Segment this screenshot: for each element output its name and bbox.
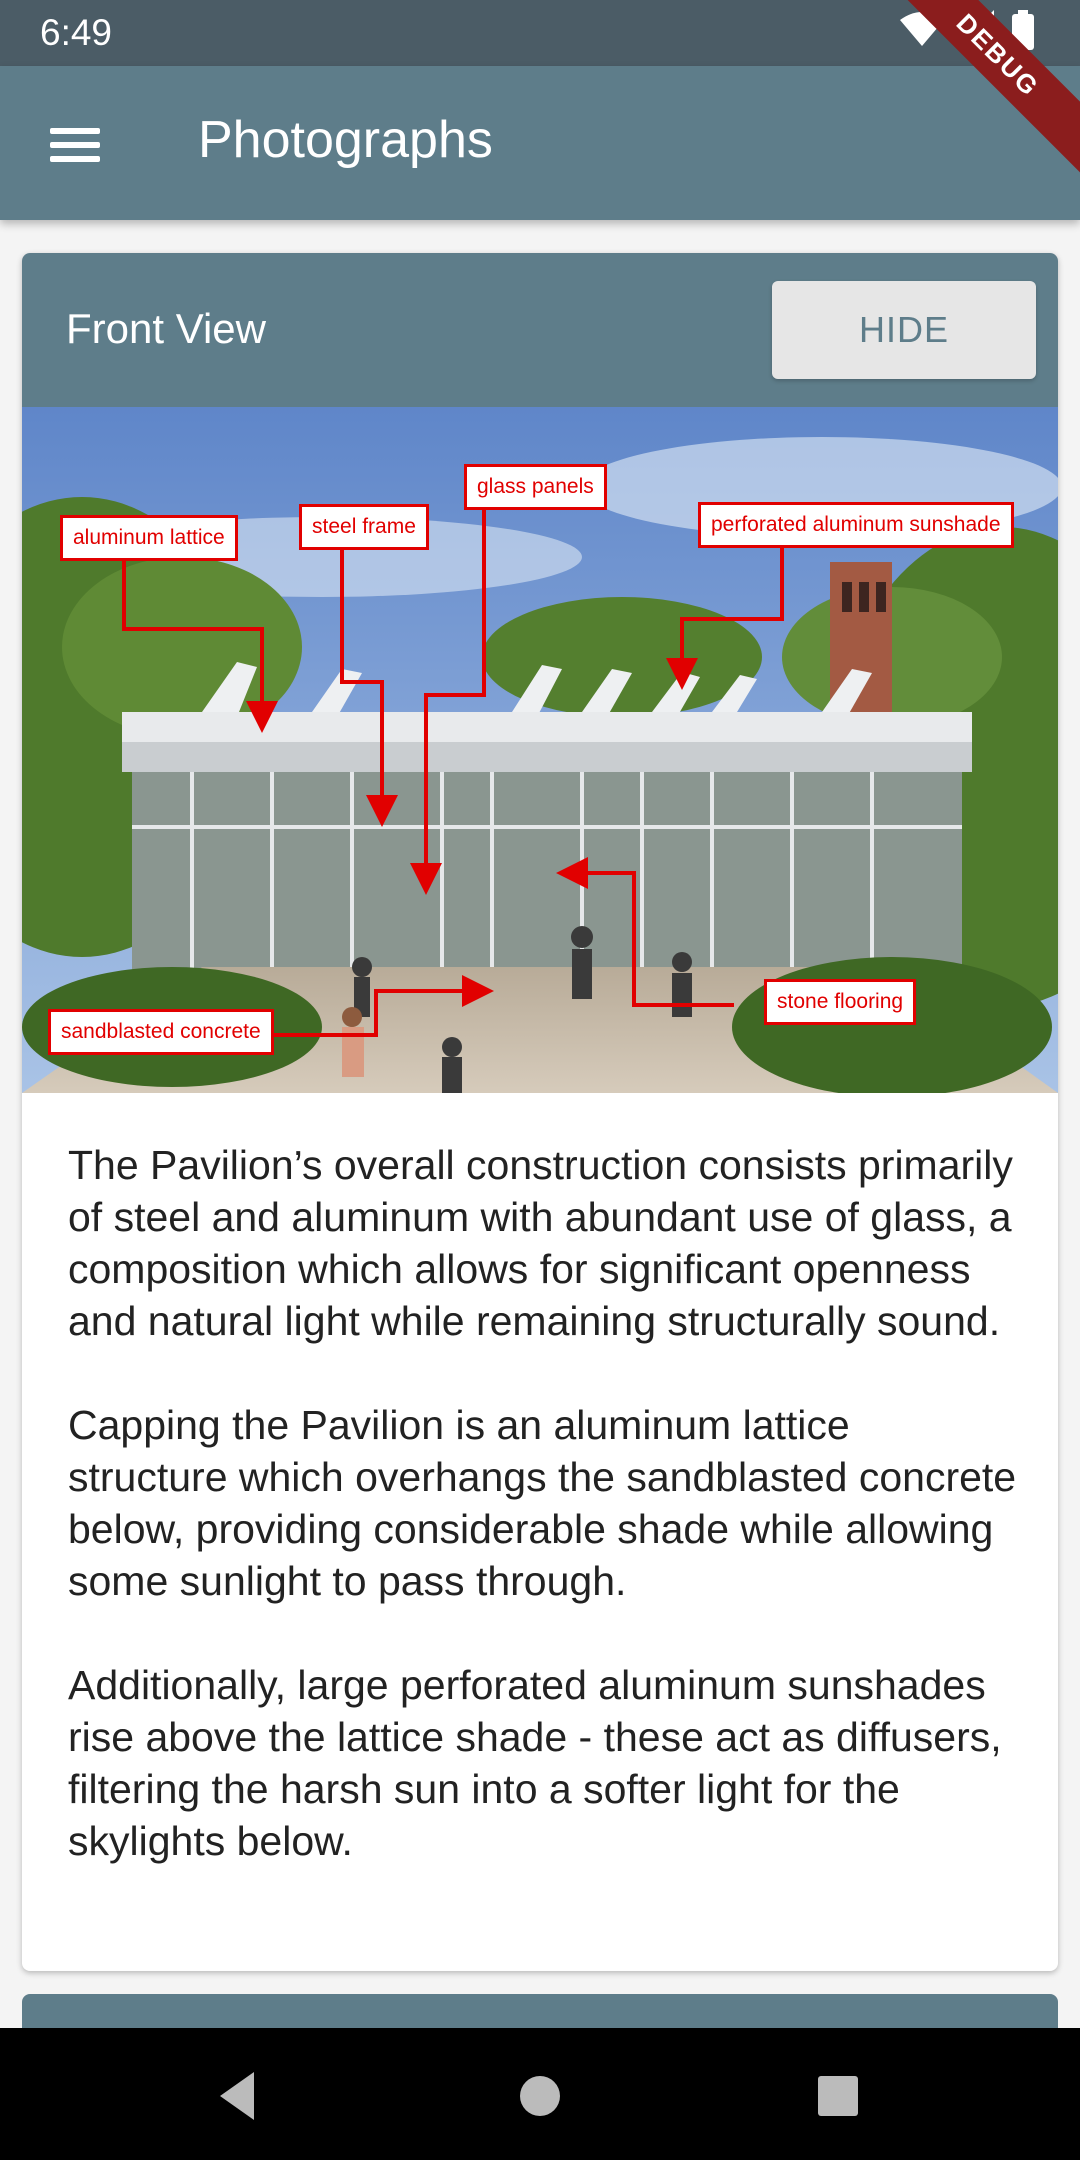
recents-icon[interactable] [808,2066,868,2126]
paragraph-construction: The Pavilion’s overall construction cons… [68,1142,1013,1344]
hide-button[interactable]: HIDE [772,281,1036,379]
paragraph-sunshades: Additionally, large perforated aluminum … [68,1662,1002,1864]
label-sunshade: perforated aluminum sunshade [698,502,1014,548]
paragraph-lattice: Capping the Pavilion is an aluminum latt… [68,1402,1017,1604]
home-icon[interactable] [510,2066,570,2126]
pavilion-photo: aluminum lattice steel frame glass panel… [22,407,1058,1097]
menu-button[interactable] [30,106,124,180]
label-aluminum-lattice: aluminum lattice [60,515,238,561]
description: The Pavilion’s overall construction cons… [68,1139,1018,1919]
label-sandblasted-concrete: sandblasted concrete [48,1009,274,1055]
menu-icon [50,128,100,134]
navigation-bar [0,2028,1080,2160]
card-header: Front View HIDE [22,253,1058,407]
label-steel-frame: steel frame [299,504,429,550]
card-title: Front View [66,305,266,352]
back-icon[interactable] [210,2066,270,2126]
app-title: Photographs [198,111,493,169]
status-time: 6:49 [40,12,113,53]
photo-card: Front View HIDE aluminum lattice steel f… [22,253,1058,1971]
label-glass-panels: glass panels [464,464,607,510]
label-stone-flooring: stone flooring [764,979,917,1025]
app-bar: Photographs [0,66,1080,220]
